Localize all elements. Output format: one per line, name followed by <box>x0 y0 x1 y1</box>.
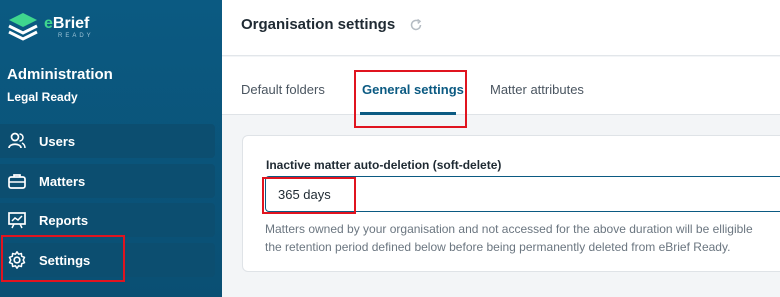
sidebar-item-reports[interactable]: Reports <box>0 203 215 237</box>
brand-name: eBrief <box>44 14 90 32</box>
auto-deletion-help-text: Matters owned by your organisation and n… <box>265 220 780 256</box>
briefcase-icon <box>7 171 27 191</box>
tab-default-folders[interactable]: Default folders <box>241 82 325 97</box>
sidebar-item-users[interactable]: Users <box>0 124 215 158</box>
reports-icon <box>7 210 27 230</box>
page-header: Organisation settings <box>222 0 780 56</box>
auto-deletion-label: Inactive matter auto-deletion (soft-dele… <box>266 158 502 172</box>
sidebar-subtitle: Legal Ready <box>7 90 78 104</box>
help-text-line: Matters owned by your organisation and n… <box>265 222 753 236</box>
tab-matter-attributes[interactable]: Matter attributes <box>490 82 584 97</box>
highlight-box-settings <box>1 235 125 282</box>
sidebar-item-matters[interactable]: Matters <box>0 164 215 198</box>
refresh-icon[interactable] <box>409 18 423 32</box>
help-text-line: the retention period defined below befor… <box>265 240 731 254</box>
brand-logo[interactable]: eBrief READY <box>6 10 94 44</box>
brand-subtitle: READY <box>58 32 94 39</box>
sidebar-item-label: Reports <box>39 212 89 228</box>
highlight-box-general-settings <box>354 70 467 128</box>
page-title: Organisation settings <box>241 16 396 33</box>
ebrief-logo-icon <box>6 10 40 44</box>
sidebar-item-label: Matters <box>39 173 86 189</box>
tab-bar: Default folders General settings Matter … <box>222 57 780 115</box>
sidebar-title: Administration <box>7 66 113 83</box>
highlight-box-input <box>262 177 356 214</box>
users-icon <box>7 131 27 151</box>
sidebar-item-label: Users <box>39 133 76 149</box>
